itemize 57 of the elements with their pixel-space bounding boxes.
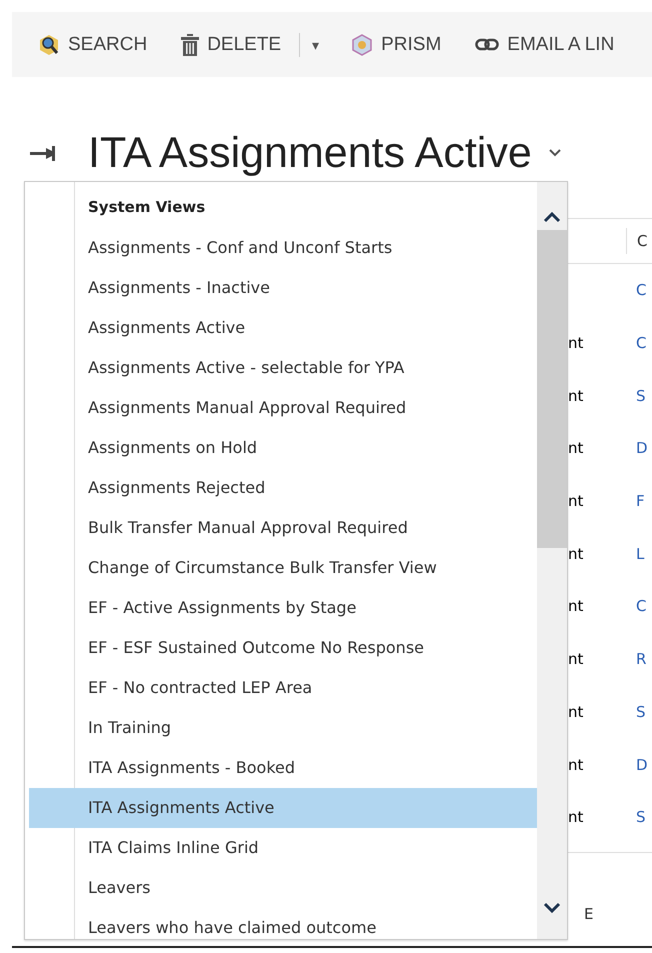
chevron-down-icon[interactable] (548, 148, 562, 158)
record-link[interactable]: C (636, 597, 646, 616)
record-link[interactable]: F (636, 492, 645, 510)
menu-item[interactable]: In Training (29, 708, 537, 748)
scroll-down-icon[interactable] (542, 901, 562, 915)
search-icon (38, 34, 60, 56)
menu-item[interactable]: Assignments on Hold (29, 428, 537, 468)
menu-item[interactable]: EF - ESF Sustained Outcome No Response (29, 628, 537, 668)
menu-item[interactable]: ITA Claims Inline Grid (29, 828, 537, 868)
menu-item[interactable]: Bulk Transfer Manual Approval Required (29, 508, 537, 548)
link-button[interactable]: EMAIL A LIN (475, 34, 614, 56)
menu-heading: System Views (87, 198, 206, 218)
column-header[interactable]: C (627, 232, 648, 250)
menu-item[interactable]: Assignments Active - selectable for YPA (29, 348, 537, 388)
menu-item[interactable]: Leavers (29, 868, 537, 908)
record-link[interactable]: L (636, 544, 644, 563)
record-link[interactable]: D (636, 756, 648, 774)
table-cell: nt (568, 808, 584, 826)
search-button[interactable]: SEARCH (38, 34, 148, 56)
record-link[interactable]: C (636, 281, 646, 300)
scroll-thumb[interactable] (537, 230, 567, 548)
menu-item[interactable]: EF - No contracted LEP Area (29, 668, 537, 708)
menu-item[interactable]: Assignments - Inactive (29, 268, 537, 308)
scrollbar[interactable] (537, 182, 567, 939)
menu-item[interactable]: ITA Assignments Active (29, 788, 537, 828)
more-button[interactable]: ▾ (312, 36, 320, 52)
menu-item[interactable]: ITA Assignments - Booked (29, 748, 537, 788)
table-cell: nt (568, 492, 584, 510)
view-title: ITA Assignments Active (88, 128, 532, 178)
table-cell: nt (568, 439, 584, 458)
table-cell: nt (568, 756, 584, 774)
delete-button[interactable]: DELETE (181, 34, 282, 56)
record-link[interactable]: D (636, 439, 648, 458)
record-link[interactable]: S (636, 386, 646, 405)
record-link[interactable]: S (636, 808, 646, 826)
record-link[interactable]: C (636, 334, 646, 352)
prism-button[interactable]: PRISM (351, 34, 442, 56)
record-link[interactable]: R (636, 650, 646, 668)
table-cell: nt (568, 650, 584, 668)
trash-icon (181, 34, 200, 56)
table-cell: nt (568, 334, 584, 352)
link-icon (475, 38, 500, 52)
table-cell: nt (568, 702, 584, 721)
menu-item[interactable]: EF - Active Assignments by Stage (29, 588, 537, 628)
menu-item[interactable]: Assignments Rejected (29, 468, 537, 508)
menu-item[interactable]: Assignments - Conf and Unconf Starts (29, 228, 537, 268)
menu-item[interactable]: Assignments Active (29, 308, 537, 348)
table-cell: nt (568, 597, 584, 616)
menu-item[interactable]: Leavers who have claimed outcome (29, 908, 537, 948)
record-link[interactable]: S (636, 702, 646, 721)
cube-icon (351, 34, 374, 56)
menu-item[interactable]: Assignments Manual Approval Required (29, 388, 537, 428)
scroll-up-icon[interactable] (542, 210, 562, 224)
table-cell: nt (568, 386, 584, 405)
table-cell: nt (568, 544, 584, 563)
menu-item[interactable]: Change of Circumstance Bulk Transfer View (29, 548, 537, 588)
footer-text: E (584, 904, 594, 923)
